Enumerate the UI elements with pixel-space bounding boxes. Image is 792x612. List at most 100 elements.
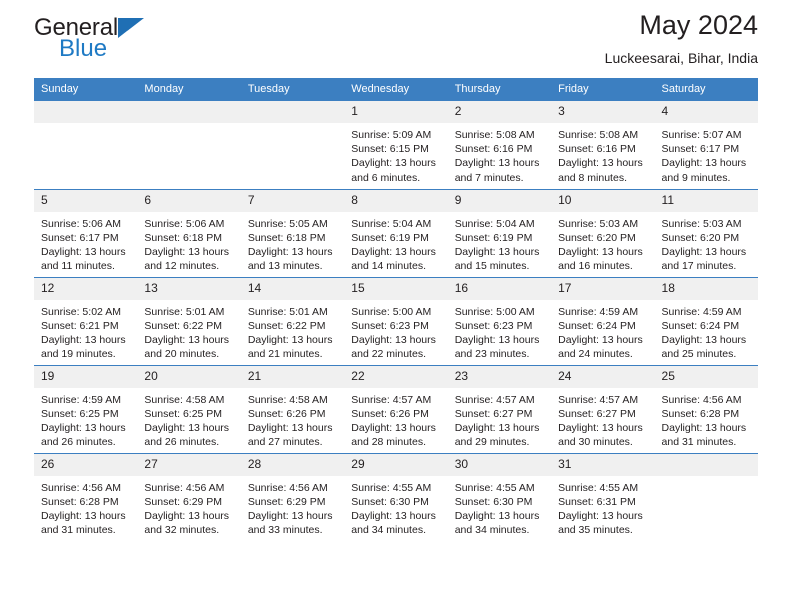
sunrise-time: Sunrise: 4:58 AM — [247, 393, 328, 406]
sunset-time: Sunset: 6:26 PM — [351, 407, 429, 420]
day-number: 13 — [137, 277, 241, 300]
day-number: 9 — [447, 189, 552, 212]
day-cell-inner: 9 Sunrise: 5:04 AM Sunset: 6:19 PM Daylight… — [447, 189, 552, 277]
day-sun-info: Sunrise: 5:08 AM Sunset: 6:16 PM Daylight:… — [551, 123, 654, 185]
calendar-day-cell[interactable]: 13 Sunrise: 5:01 AM Sunset: 6:22 PM Dayligh… — [137, 276, 241, 365]
day-sun-info: Sunrise: 5:04 AM Sunset: 6:19 PM Daylight:… — [448, 212, 551, 274]
calendar-day-cell[interactable]: 23 Sunrise: 4:57 AM Sunset: 6:27 PM Dayligh… — [447, 364, 552, 453]
sunset-time: Sunset: 6:27 PM — [558, 407, 636, 420]
day-number: 11 — [654, 189, 758, 212]
day-sun-info: Sunrise: 5:07 AM Sunset: 6:17 PM Daylight:… — [655, 123, 758, 185]
daylight-duration: Daylight: 13 hours and 7 minutes. — [454, 157, 540, 184]
calendar-day-cell[interactable]: 19 Sunrise: 4:59 AM Sunset: 6:25 PM Dayligh… — [34, 364, 138, 453]
calendar-day-cell[interactable]: 15 Sunrise: 5:00 AM Sunset: 6:23 PM Dayligh… — [344, 276, 448, 365]
calendar-day-cell[interactable]: 24 Sunrise: 4:57 AM Sunset: 6:27 PM Dayligh… — [551, 364, 655, 453]
calendar-day-cell[interactable]: 7 Sunrise: 5:05 AM Sunset: 6:18 PM Daylight… — [240, 188, 345, 277]
day-cell-inner — [34, 101, 138, 189]
sunrise-time: Sunrise: 5:03 AM — [558, 217, 639, 230]
sunset-time: Sunset: 6:17 PM — [41, 231, 119, 244]
day-sun-info: Sunrise: 5:00 AM Sunset: 6:23 PM Daylight:… — [344, 300, 447, 362]
daylight-duration: Daylight: 13 hours and 8 minutes. — [558, 157, 643, 184]
day-number: 27 — [137, 453, 241, 476]
day-cell-inner: 24 Sunrise: 4:57 AM Sunset: 6:27 PM Dayligh… — [551, 365, 655, 453]
daylight-duration: Daylight: 13 hours and 23 minutes. — [454, 333, 540, 361]
day-sun-info: Sunrise: 5:05 AM Sunset: 6:18 PM Daylight:… — [241, 212, 344, 274]
weekday-header-monday: Monday — [137, 78, 241, 101]
weekday-header-row: Sunday Monday Tuesday Wednesday Thursday… — [34, 78, 758, 101]
calendar-day-cell[interactable]: 1 Sunrise: 5:09 AM Sunset: 6:15 PM Daylight… — [344, 101, 448, 189]
calendar-day-cell[interactable]: 11 Sunrise: 5:03 AM Sunset: 6:20 PM Dayligh… — [654, 188, 758, 277]
calendar-day-cell[interactable]: 5 Sunrise: 5:06 AM Sunset: 6:17 PM Daylight… — [34, 188, 138, 277]
daylight-duration: Daylight: 13 hours and 15 minutes. — [454, 245, 540, 273]
sunrise-time: Sunrise: 4:57 AM — [454, 393, 535, 406]
day-sun-info: Sunrise: 4:58 AM Sunset: 6:26 PM Daylight:… — [241, 388, 344, 450]
calendar-day-cell[interactable]: 3 Sunrise: 5:08 AM Sunset: 6:16 PM Daylight… — [551, 101, 655, 189]
calendar-day-cell[interactable]: 31 Sunrise: 4:55 AM Sunset: 6:31 PM Dayligh… — [551, 452, 655, 541]
day-number: 3 — [551, 101, 655, 123]
calendar-day-cell[interactable]: 27 Sunrise: 4:56 AM Sunset: 6:29 PM Dayligh… — [137, 452, 241, 541]
day-cell-inner: 6 Sunrise: 5:06 AM Sunset: 6:18 PM Daylight… — [137, 189, 241, 277]
calendar-day-cell[interactable]: 10 Sunrise: 5:03 AM Sunset: 6:20 PM Dayligh… — [551, 188, 655, 277]
calendar-day-cell[interactable]: 2 Sunrise: 5:08 AM Sunset: 6:16 PM Daylight… — [447, 101, 552, 189]
day-number: 23 — [447, 365, 552, 388]
calendar-day-cell[interactable]: 22 Sunrise: 4:57 AM Sunset: 6:26 PM Dayligh… — [344, 364, 448, 453]
weekday-header-thursday: Thursday — [447, 78, 552, 101]
day-sun-info: Sunrise: 4:55 AM Sunset: 6:30 PM Daylight:… — [344, 476, 447, 538]
day-cell-inner — [654, 453, 758, 542]
page-header: General Blue May 2024 Luckeesarai, Bihar… — [34, 0, 758, 78]
calendar-day-cell[interactable]: 18 Sunrise: 4:59 AM Sunset: 6:24 PM Dayligh… — [654, 276, 758, 365]
day-cell-inner: 30 Sunrise: 4:55 AM Sunset: 6:30 PM Dayligh… — [447, 453, 552, 542]
day-number — [34, 101, 138, 123]
day-number: 6 — [137, 189, 241, 212]
calendar-day-cell[interactable]: 21 Sunrise: 4:58 AM Sunset: 6:26 PM Dayligh… — [240, 364, 345, 453]
daylight-duration: Daylight: 13 hours and 19 minutes. — [41, 333, 126, 361]
calendar-day-cell-empty — [137, 101, 241, 189]
calendar-day-cell[interactable]: 6 Sunrise: 5:06 AM Sunset: 6:18 PM Daylight… — [137, 188, 241, 277]
calendar-day-cell[interactable]: 12 Sunrise: 5:02 AM Sunset: 6:21 PM Dayligh… — [34, 276, 138, 365]
sunset-time: Sunset: 6:20 PM — [558, 231, 636, 244]
calendar-day-cell[interactable]: 17 Sunrise: 4:59 AM Sunset: 6:24 PM Dayligh… — [551, 276, 655, 365]
day-number: 24 — [551, 365, 655, 388]
calendar-day-cell[interactable]: 25 Sunrise: 4:56 AM Sunset: 6:28 PM Dayligh… — [654, 364, 758, 453]
calendar-day-cell[interactable]: 28 Sunrise: 4:56 AM Sunset: 6:29 PM Dayligh… — [240, 452, 345, 541]
sunset-time: Sunset: 6:22 PM — [247, 319, 326, 332]
daylight-duration: Daylight: 13 hours and 35 minutes. — [558, 509, 643, 537]
day-number — [137, 101, 241, 123]
day-cell-inner: 13 Sunrise: 5:01 AM Sunset: 6:22 PM Dayligh… — [137, 277, 241, 365]
day-number: 18 — [654, 277, 758, 300]
sunrise-time: Sunrise: 5:09 AM — [351, 129, 432, 141]
day-cell-inner: 10 Sunrise: 5:03 AM Sunset: 6:20 PM Dayligh… — [551, 189, 655, 277]
calendar-day-cell[interactable]: 9 Sunrise: 5:04 AM Sunset: 6:19 PM Daylight… — [447, 188, 552, 277]
day-sun-info: Sunrise: 5:04 AM Sunset: 6:19 PM Daylight:… — [344, 212, 447, 274]
sunrise-time: Sunrise: 4:59 AM — [558, 305, 639, 318]
sunrise-time: Sunrise: 4:55 AM — [351, 481, 432, 494]
calendar-day-cell[interactable]: 26 Sunrise: 4:56 AM Sunset: 6:28 PM Dayligh… — [34, 452, 138, 541]
day-number: 28 — [240, 453, 345, 476]
calendar-day-cell[interactable]: 16 Sunrise: 5:00 AM Sunset: 6:23 PM Dayligh… — [447, 276, 552, 365]
page-subtitle: Luckeesarai, Bihar, India — [604, 50, 758, 66]
calendar-day-cell[interactable]: 14 Sunrise: 5:01 AM Sunset: 6:22 PM Dayligh… — [240, 276, 345, 365]
day-cell-inner: 16 Sunrise: 5:00 AM Sunset: 6:23 PM Dayligh… — [447, 277, 552, 365]
sunset-time: Sunset: 6:21 PM — [41, 319, 119, 332]
calendar-page: General Blue May 2024 Luckeesarai, Bihar… — [0, 0, 792, 612]
sunrise-time: Sunrise: 4:59 AM — [661, 305, 742, 318]
day-cell-inner — [137, 101, 241, 189]
day-cell-inner: 12 Sunrise: 5:02 AM Sunset: 6:21 PM Dayligh… — [34, 277, 138, 365]
calendar-day-cell[interactable]: 8 Sunrise: 5:04 AM Sunset: 6:19 PM Daylight… — [344, 188, 448, 277]
calendar-day-cell[interactable]: 4 Sunrise: 5:07 AM Sunset: 6:17 PM Daylight… — [654, 101, 758, 189]
sunset-time: Sunset: 6:20 PM — [661, 231, 740, 244]
calendar-day-cell[interactable]: 29 Sunrise: 4:55 AM Sunset: 6:30 PM Dayligh… — [344, 452, 448, 541]
calendar-day-cell[interactable]: 20 Sunrise: 4:58 AM Sunset: 6:25 PM Dayligh… — [137, 364, 241, 453]
sunrise-time: Sunrise: 4:55 AM — [454, 481, 535, 494]
day-number: 4 — [654, 101, 758, 123]
sunrise-time: Sunrise: 4:55 AM — [558, 481, 639, 494]
sunrise-time: Sunrise: 5:07 AM — [661, 129, 742, 141]
day-cell-inner: 19 Sunrise: 4:59 AM Sunset: 6:25 PM Dayligh… — [34, 365, 138, 453]
sunrise-time: Sunrise: 5:01 AM — [247, 305, 328, 318]
day-cell-inner: 2 Sunrise: 5:08 AM Sunset: 6:16 PM Daylight… — [447, 101, 552, 189]
weekday-header-friday: Friday — [551, 78, 655, 101]
generalblue-logo[interactable]: General Blue — [34, 15, 234, 69]
sunrise-time: Sunrise: 5:08 AM — [558, 129, 639, 141]
calendar-day-cell[interactable]: 30 Sunrise: 4:55 AM Sunset: 6:30 PM Dayligh… — [447, 452, 552, 542]
sunrise-time: Sunrise: 5:00 AM — [351, 305, 432, 318]
